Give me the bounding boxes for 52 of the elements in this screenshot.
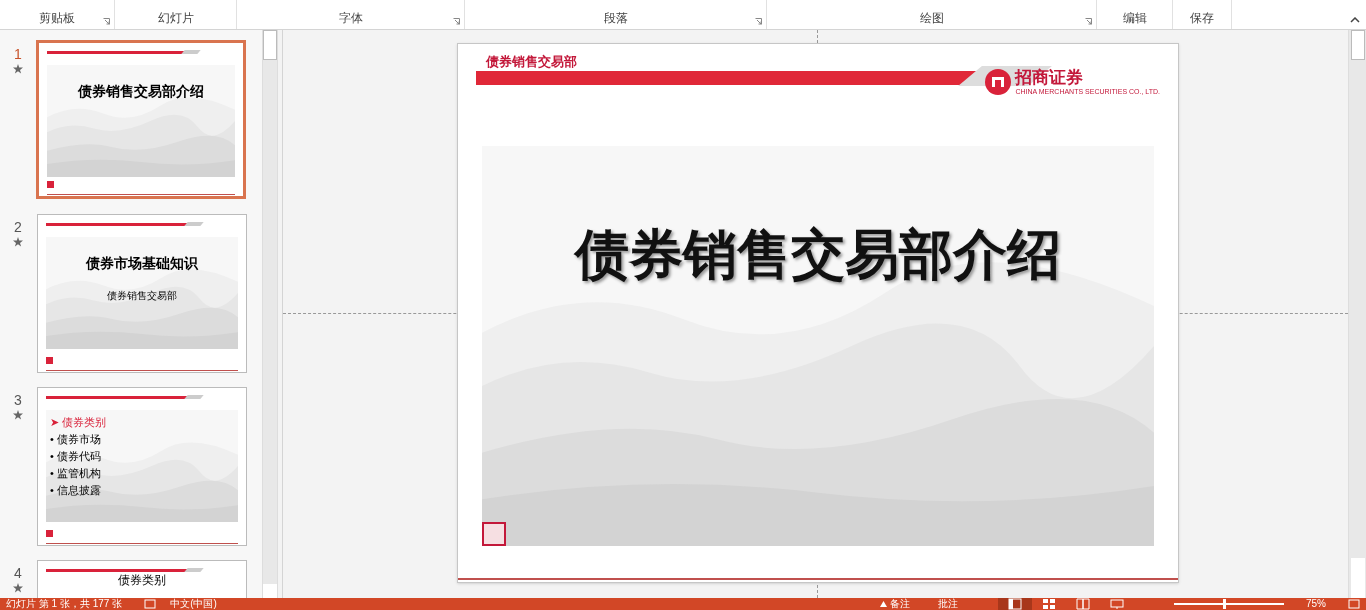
star-icon: [13, 64, 23, 74]
dialog-launcher-icon[interactable]: [103, 18, 110, 25]
scrollbar[interactable]: [262, 30, 278, 598]
slide-thumbnail[interactable]: ➤ 债券类别 • 债券市场 • 债券代码 • 监管机构 • 信息披露: [37, 387, 247, 546]
ribbon-group-label: 字体: [338, 10, 363, 27]
star-icon: [13, 237, 23, 247]
language-text[interactable]: 中文(中国): [170, 598, 217, 610]
slide-thumbnail[interactable]: 债券类别: [37, 560, 247, 598]
dialog-launcher-icon[interactable]: [1085, 18, 1092, 25]
star-icon: [13, 583, 23, 593]
bullet-item: • 信息披露: [50, 483, 102, 498]
notes-button[interactable]: 备注: [880, 598, 910, 610]
ribbon-group-label: 剪贴板: [39, 10, 75, 27]
ribbon-group-label: 绘图: [919, 10, 944, 27]
dialog-launcher-icon[interactable]: [755, 18, 762, 25]
zoom-percent[interactable]: 75%: [1306, 598, 1326, 610]
star-icon: [13, 410, 23, 420]
logo-name: 招商证券: [1015, 68, 1085, 88]
slide-thumbnail[interactable]: 债券市场基础知识 债券销售交易部: [37, 214, 247, 373]
slide-title: 债券市场基础知识: [86, 254, 198, 273]
bullet-item: • 债券市场: [50, 432, 102, 447]
slide-number: 2: [14, 219, 22, 235]
slide-title: 债券销售交易部介绍: [78, 82, 204, 101]
comments-button[interactable]: 批注: [938, 598, 958, 610]
ribbon-group-label: 幻灯片: [157, 10, 194, 27]
seal-icon: [46, 357, 53, 364]
slide-count-text: 幻灯片 第 1 张，共 177 张: [6, 598, 123, 610]
zoom-thumb[interactable]: [1223, 599, 1227, 609]
bullet-item: ➤ 债券类别: [50, 415, 107, 430]
seal-icon: [482, 522, 506, 546]
seal-icon: [46, 530, 53, 537]
fit-to-window-icon[interactable]: [1348, 599, 1360, 609]
collapse-ribbon-icon[interactable]: [1350, 17, 1360, 23]
ribbon-group-label: 编辑: [1122, 10, 1147, 27]
slide-number: 4: [14, 565, 22, 581]
bullet-item: • 债券代码: [50, 449, 102, 464]
seal-icon: [47, 181, 54, 188]
slide-header-text: 债券销售交易部: [486, 54, 577, 70]
slide-thumbnail[interactable]: 债券销售交易部介绍: [36, 40, 246, 199]
bullet-item: • 监管机构: [50, 466, 102, 481]
dialog-launcher-icon[interactable]: [453, 18, 460, 25]
scrollbar[interactable]: [1348, 30, 1366, 598]
caret-icon: [880, 601, 887, 607]
spellcheck-icon[interactable]: [144, 599, 157, 609]
ribbon-group-label: 保存: [1190, 10, 1214, 27]
slide-number: 1: [14, 46, 22, 62]
slide-number: 3: [14, 392, 22, 408]
slide-title: 债券销售交易部介绍: [575, 223, 1061, 286]
logo-icon: [985, 69, 1012, 95]
slide-subtitle: 债券销售交易部: [107, 289, 177, 303]
slide-title: 债券类别: [118, 572, 166, 589]
ribbon-group-label: 段落: [603, 10, 628, 27]
